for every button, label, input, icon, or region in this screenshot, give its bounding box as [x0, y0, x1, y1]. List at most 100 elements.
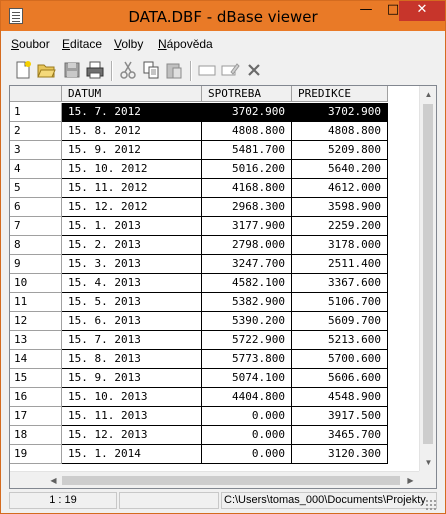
cell-predikce[interactable]: 5640.200: [292, 160, 388, 179]
cell-spotreba[interactable]: 4168.800: [202, 179, 292, 198]
cell-datum[interactable]: 15. 11. 2013: [62, 407, 202, 426]
delete-icon[interactable]: [244, 60, 264, 80]
vertical-scroll-thumb[interactable]: [423, 104, 433, 444]
cell-datum[interactable]: 15. 8. 2013: [62, 350, 202, 369]
cell-predikce[interactable]: 5213.600: [292, 331, 388, 350]
menu-napoveda[interactable]: Nápověda: [158, 37, 213, 51]
row-number[interactable]: 13: [10, 331, 62, 350]
cell-spotreba[interactable]: 5382.900: [202, 293, 292, 312]
close-button[interactable]: ✕: [399, 1, 445, 21]
cell-predikce[interactable]: 3120.300: [292, 445, 388, 464]
cell-spotreba[interactable]: 0.000: [202, 426, 292, 445]
cell-predikce[interactable]: 3465.700: [292, 426, 388, 445]
row-number[interactable]: 9: [10, 255, 62, 274]
cell-spotreba[interactable]: 3247.700: [202, 255, 292, 274]
row-number[interactable]: 10: [10, 274, 62, 293]
data-grid[interactable]: DATUM SPOTREBA PREDIKCE 1 15. 7. 2012 3702…: [9, 85, 437, 489]
cell-spotreba[interactable]: 5074.100: [202, 369, 292, 388]
column-header-predikce[interactable]: PREDIKCE: [292, 86, 388, 102]
copy-icon[interactable]: [141, 60, 161, 80]
cell-spotreba[interactable]: 5773.800: [202, 350, 292, 369]
cell-datum[interactable]: 15. 11. 2012: [62, 179, 202, 198]
row-number[interactable]: 4: [10, 160, 62, 179]
row-number[interactable]: 16: [10, 388, 62, 407]
cell-spotreba[interactable]: 2798.000: [202, 236, 292, 255]
cell-predikce[interactable]: 3917.500: [292, 407, 388, 426]
horizontal-scrollbar[interactable]: ◀ ▶: [10, 471, 419, 488]
cell-datum[interactable]: 15. 9. 2013: [62, 369, 202, 388]
row-number[interactable]: 17: [10, 407, 62, 426]
cell-datum[interactable]: 15. 9. 2012: [62, 141, 202, 160]
cell-spotreba[interactable]: 0.000: [202, 407, 292, 426]
cell-predikce[interactable]: 3598.900: [292, 198, 388, 217]
row-number[interactable]: 12: [10, 312, 62, 331]
row-number[interactable]: 5: [10, 179, 62, 198]
cell-predikce[interactable]: 5209.800: [292, 141, 388, 160]
row-number[interactable]: 18: [10, 426, 62, 445]
scroll-up-icon[interactable]: ▲: [420, 86, 436, 103]
cell-predikce[interactable]: 5700.600: [292, 350, 388, 369]
menu-soubor[interactable]: Soubor: [11, 37, 50, 51]
cell-predikce[interactable]: 4548.900: [292, 388, 388, 407]
cell-datum[interactable]: 15. 10. 2013: [62, 388, 202, 407]
cell-datum[interactable]: 15. 1. 2013: [62, 217, 202, 236]
column-header-spotreba[interactable]: SPOTREBA: [202, 86, 292, 102]
row-number[interactable]: 7: [10, 217, 62, 236]
cell-datum[interactable]: 15. 12. 2013: [62, 426, 202, 445]
scroll-left-icon[interactable]: ◀: [45, 472, 62, 488]
open-folder-icon[interactable]: [36, 60, 56, 80]
new-file-icon[interactable]: [13, 60, 33, 80]
row-number[interactable]: 6: [10, 198, 62, 217]
row-number[interactable]: 2: [10, 122, 62, 141]
cell-datum[interactable]: 15. 8. 2012: [62, 122, 202, 141]
vertical-scrollbar[interactable]: ▲ ▼: [419, 86, 436, 471]
cell-datum[interactable]: 15. 3. 2013: [62, 255, 202, 274]
cell-predikce[interactable]: 4808.800: [292, 122, 388, 141]
resize-grip-icon[interactable]: [425, 499, 437, 511]
cell-predikce[interactable]: 3367.600: [292, 274, 388, 293]
menu-editace[interactable]: Editace: [62, 37, 102, 51]
cell-predikce[interactable]: 5609.700: [292, 312, 388, 331]
row-number[interactable]: 1: [10, 103, 62, 122]
cell-predikce[interactable]: 5606.600: [292, 369, 388, 388]
cell-spotreba[interactable]: 5390.200: [202, 312, 292, 331]
menu-volby[interactable]: Volby: [114, 37, 143, 51]
cell-spotreba[interactable]: 4582.100: [202, 274, 292, 293]
cell-predikce[interactable]: 5106.700: [292, 293, 388, 312]
scroll-down-icon[interactable]: ▼: [420, 454, 436, 471]
cell-predikce[interactable]: 3178.000: [292, 236, 388, 255]
cell-spotreba[interactable]: 3702.900: [202, 103, 292, 122]
row-number[interactable]: 14: [10, 350, 62, 369]
print-icon[interactable]: [85, 60, 105, 80]
cell-spotreba[interactable]: 5016.200: [202, 160, 292, 179]
cell-predikce[interactable]: 2259.200: [292, 217, 388, 236]
cell-predikce[interactable]: 3702.900: [292, 103, 388, 122]
minimize-button[interactable]: —: [353, 1, 379, 21]
cell-datum[interactable]: 15. 5. 2013: [62, 293, 202, 312]
cell-spotreba[interactable]: 3177.900: [202, 217, 292, 236]
cell-datum[interactable]: 15. 7. 2012: [62, 103, 202, 122]
cell-datum[interactable]: 15. 12. 2012: [62, 198, 202, 217]
cell-datum[interactable]: 15. 4. 2013: [62, 274, 202, 293]
cell-datum[interactable]: 15. 2. 2013: [62, 236, 202, 255]
row-number[interactable]: 11: [10, 293, 62, 312]
cell-spotreba[interactable]: 5722.900: [202, 331, 292, 350]
row-number[interactable]: 8: [10, 236, 62, 255]
row-number[interactable]: 19: [10, 445, 62, 464]
cell-datum[interactable]: 15. 1. 2014: [62, 445, 202, 464]
cell-spotreba[interactable]: 2968.300: [202, 198, 292, 217]
title-bar[interactable]: DATA.DBF - dBase viewer — □ ✕: [1, 1, 445, 31]
cell-spotreba[interactable]: 4808.800: [202, 122, 292, 141]
column-header-datum[interactable]: DATUM: [62, 86, 202, 102]
horizontal-scroll-thumb[interactable]: [62, 476, 400, 485]
cell-datum[interactable]: 15. 6. 2013: [62, 312, 202, 331]
cell-datum[interactable]: 15. 7. 2013: [62, 331, 202, 350]
cell-predikce[interactable]: 2511.400: [292, 255, 388, 274]
cell-spotreba[interactable]: 5481.700: [202, 141, 292, 160]
cell-datum[interactable]: 15. 10. 2012: [62, 160, 202, 179]
row-number[interactable]: 3: [10, 141, 62, 160]
cell-spotreba[interactable]: 0.000: [202, 445, 292, 464]
cell-predikce[interactable]: 4612.000: [292, 179, 388, 198]
row-number[interactable]: 15: [10, 369, 62, 388]
scroll-right-icon[interactable]: ▶: [402, 472, 419, 488]
